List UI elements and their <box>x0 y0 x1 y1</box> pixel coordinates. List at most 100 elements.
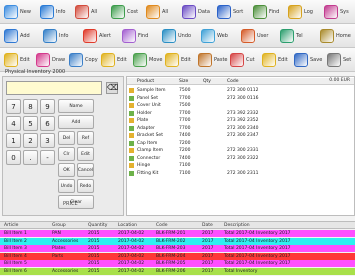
grid-row[interactable]: Bill Item 2 Accessories 2015 2017-04-02 BLK-… <box>0 237 355 245</box>
toolbar-button-label: All <box>162 9 169 15</box>
toolbar-button-warning[interactable]: Alert <box>80 26 114 46</box>
grid-cell: BLK-FRM-202 <box>156 238 186 244</box>
list-item[interactable]: Sample Item 7500 272 300 0112 <box>127 87 354 94</box>
keypad-key[interactable]: 6 <box>40 116 55 131</box>
grid-cell: 2017 <box>202 261 214 266</box>
toolbar-button-search[interactable]: Find <box>119 26 151 46</box>
list-cell: 7700 <box>179 95 191 101</box>
toolbar-button-pencil[interactable]: Edit <box>162 50 194 70</box>
toolbar-button-clock[interactable]: Add <box>1 26 33 46</box>
toolbar-button-bar-chart[interactable]: All <box>143 2 171 22</box>
list-item[interactable]: Clamp Item 7200 272 300 2331 <box>127 147 354 154</box>
calculator-display[interactable] <box>6 81 102 95</box>
list-cell: 272 300 0112 <box>227 88 259 93</box>
list-item[interactable]: Adapter 7700 272 300 2340 <box>127 125 354 132</box>
list-item[interactable]: Hinge 7100 <box>127 162 354 169</box>
grid-column-header[interactable]: Date <box>202 222 222 229</box>
calculator-button-undo[interactable]: Undo <box>58 179 75 193</box>
list-cell: 7700 <box>179 110 191 116</box>
toolbar-button-brush[interactable]: Draw <box>33 50 68 70</box>
toolbar-button-undo[interactable]: Undo <box>159 26 194 46</box>
keypad-key[interactable]: 3 <box>40 133 55 148</box>
calculator-button-add[interactable]: Add <box>58 115 94 129</box>
toolbar-button-pencil[interactable]: Edit <box>259 50 291 70</box>
toolbar-button-paste[interactable]: Paste <box>195 50 231 70</box>
list-item[interactable]: Connector 7400 272 300 2322 <box>127 155 354 162</box>
toolbar-button-user[interactable]: User <box>238 26 271 46</box>
grid-cell: 2015 <box>88 261 100 266</box>
grid-row[interactable]: Bill Item 6 Accessories 2015 2017-04-02 BLK-… <box>0 267 355 275</box>
keypad-key[interactable]: 8 <box>23 99 38 114</box>
toolbar-button-sheet[interactable]: Find <box>250 2 282 22</box>
calculator-button-del[interactable]: Del <box>58 131 75 145</box>
toolbar-button-label: Edit <box>20 57 30 63</box>
list-column-header[interactable]: Qty <box>203 78 225 85</box>
list-cell: Connector <box>137 155 161 161</box>
list-cell: 7100 <box>179 170 191 176</box>
toolbar-button-table[interactable]: Cost <box>108 2 141 22</box>
toolbar-button-phone[interactable]: Tel <box>277 26 306 46</box>
keypad-key[interactable]: 1 <box>6 133 21 148</box>
toolbar-button-move[interactable]: Move <box>130 50 165 70</box>
grid-row[interactable]: Bill Item 4 Parts 2015 2017-04-02 BLK-FRM-20… <box>0 252 355 260</box>
list-item[interactable]: Cover Unit 7500 <box>127 102 354 109</box>
grid-row[interactable]: Bill Item 1 PAN 2015 2017-04-02 BLK-FRM-201 2… <box>0 230 355 237</box>
toolbar-button-gear[interactable]: Set <box>324 50 354 70</box>
list-item[interactable]: Holder 7700 273 392 2332 <box>127 110 354 117</box>
list-item[interactable]: Bracket Set 7400 272 300 2347 <box>127 132 354 139</box>
toolbar-button-cross[interactable]: Sys <box>321 2 352 22</box>
grid-column-header[interactable]: Group <box>52 222 86 229</box>
grid-row[interactable]: Bill Item 3 Plates 2015 2017-04-02 BLK-FRM-2… <box>0 245 355 252</box>
list-item[interactable]: Cap Item 7200 <box>127 140 354 147</box>
calculator-button-clr[interactable]: Clr <box>58 147 75 161</box>
toolbar-button-pencil[interactable]: Edit <box>98 50 130 70</box>
grid-column-header[interactable]: Description <box>224 222 355 229</box>
keypad-key[interactable]: - <box>40 150 55 165</box>
warning-icon <box>83 29 97 43</box>
toolbar-button-email[interactable]: Info <box>40 26 71 46</box>
grid-cell: BLK-FRM-203 <box>156 246 186 251</box>
list-item[interactable]: Fitting Kit 7100 272 300 2311 <box>127 170 354 177</box>
keypad-key[interactable]: 7 <box>6 99 21 114</box>
keypad-key[interactable]: 0 <box>6 150 21 165</box>
keypad-key[interactable]: 4 <box>6 116 21 131</box>
toolbar-button-chart[interactable]: New <box>1 2 34 22</box>
toolbar-button-copy[interactable]: Copy <box>66 50 101 70</box>
grid-row[interactable]: Bill Item 5 2015 2017-04-02 BLK-FRM-205 2017… <box>0 260 355 267</box>
toolbar-button-lock[interactable]: Log <box>285 2 316 22</box>
grid-column-header[interactable]: Location <box>118 222 152 229</box>
calculator-clear-icon[interactable]: ⌫ <box>106 82 118 94</box>
toolbar-button-home[interactable]: Home <box>317 26 354 46</box>
grid-column-header[interactable]: Article <box>4 222 48 229</box>
toolbar-button-folder[interactable]: Sort <box>214 2 246 22</box>
keypad-key[interactable]: . <box>23 150 38 165</box>
keypad-key[interactable]: 9 <box>40 99 55 114</box>
grid-column-header[interactable]: Quantity <box>88 222 116 229</box>
toolbar-button-pencil[interactable]: Edit <box>1 50 33 70</box>
list-column-header[interactable]: Size <box>179 78 201 85</box>
calculator-button-name[interactable]: Name <box>58 99 94 113</box>
list-item[interactable]: Panel Set 7700 272 300 0116 <box>127 95 354 102</box>
calculator-button-cancel[interactable]: Cancel <box>77 163 94 177</box>
grid-cell: 2017-04-02 <box>118 238 145 244</box>
list-cell: 7500 <box>179 103 191 108</box>
calculator-button-edit[interactable]: Edit <box>77 147 94 161</box>
toolbar-button-list[interactable]: Data <box>179 2 213 22</box>
list-item[interactable]: Plate 7700 273 392 2352 <box>127 117 354 124</box>
list-column-header[interactable]: Code <box>227 78 287 85</box>
keypad-key[interactable]: 5 <box>23 116 38 131</box>
toolbar-button-label: Tel <box>296 33 303 39</box>
calculator-button-redo[interactable]: Redo <box>77 179 94 193</box>
toolbar-button-globe[interactable]: Info <box>37 2 68 22</box>
keypad-key[interactable]: 2 <box>23 133 38 148</box>
calculator-button-ok[interactable]: OK <box>58 163 75 177</box>
calculator-button-ref[interactable]: Ref <box>77 131 94 145</box>
toolbar-button-globe[interactable]: Web <box>198 26 231 46</box>
toolbar-button-grid[interactable]: All <box>72 2 100 22</box>
list-column-header[interactable]: Product <box>137 78 177 85</box>
calculator-total-label: PRICE <box>63 201 78 207</box>
toolbar-button-save[interactable]: Save <box>291 50 325 70</box>
grid-column-header[interactable]: Code <box>156 222 198 229</box>
toolbar-button-cut[interactable]: Cut <box>227 50 258 70</box>
grid-cell: BLK-FRM-204 <box>156 253 186 259</box>
